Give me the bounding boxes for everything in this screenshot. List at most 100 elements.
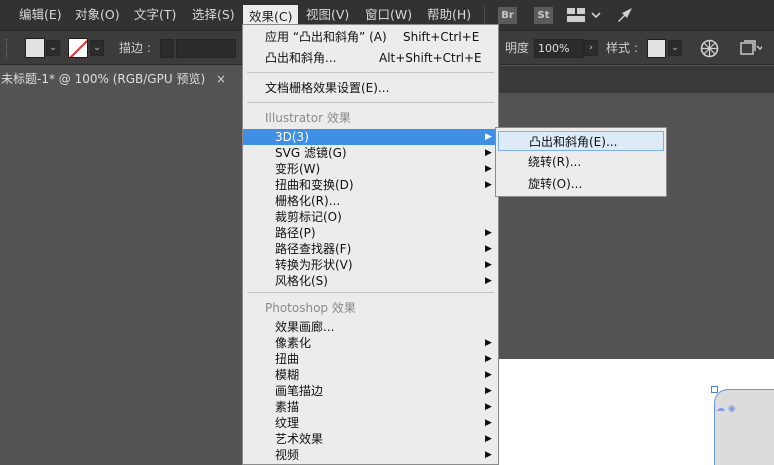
fill-swatch[interactable] — [25, 38, 45, 58]
stroke-swatch[interactable] — [68, 38, 88, 58]
menu-item-distort-transform[interactable]: 扭曲和变换(D) ▶ — [243, 177, 498, 193]
menu-item-warp[interactable]: 变形(W) ▶ — [243, 161, 498, 177]
arrange-documents-icon[interactable] — [740, 40, 764, 59]
submenu-arrow-icon: ▶ — [485, 260, 492, 270]
chevron-down-icon[interactable] — [591, 9, 601, 23]
live-corner-widget-icon[interactable]: ☁ ◉ — [716, 404, 736, 414]
submenu-arrow-icon: ▶ — [485, 450, 492, 460]
menu-item-3d[interactable]: 3D(3) ▶ — [243, 129, 498, 145]
menu-separator — [247, 292, 494, 293]
menu-item-pixelate[interactable]: 像素化 ▶ — [243, 335, 498, 351]
menu-item-artistic[interactable]: 艺术效果 ▶ — [243, 431, 498, 447]
menu-separator — [484, 6, 485, 24]
bridge-icon[interactable]: Br — [498, 7, 517, 24]
recolor-artwork-icon[interactable] — [700, 39, 719, 61]
menu-item-label: SVG 滤镜(G) — [275, 146, 347, 160]
stroke-dropdown[interactable]: ⌄ — [90, 40, 104, 56]
menu-item-label: 栅格化(R)... — [275, 194, 341, 208]
menu-item-stylize[interactable]: 风格化(S) ▶ — [243, 273, 498, 289]
document-tab[interactable]: 未标题-1* @ 100% (RGB/GPU 预览) × — [0, 66, 242, 93]
menu-item-effect-gallery[interactable]: 效果画廊... — [243, 319, 498, 335]
grip-handle — [6, 39, 8, 58]
menu-item-apply-last-effect[interactable]: 应用 “凸出和斜角” (A) Shift+Ctrl+E — [243, 29, 498, 45]
submenu-arrow-icon: ▶ — [485, 164, 492, 174]
menu-item-distort[interactable]: 扭曲 ▶ — [243, 351, 498, 367]
menu-item-shortcut: Shift+Ctrl+E — [403, 30, 480, 44]
stroke-stepper[interactable] — [160, 39, 174, 58]
menu-item-crop-marks[interactable]: 裁剪标记(O) — [243, 209, 498, 225]
menu-select[interactable]: 选择(S) — [192, 0, 235, 30]
menu-item-label: 裁剪标记(O) — [275, 210, 342, 224]
section-header-photoshop: Photoshop 效果 — [265, 301, 356, 315]
submenu-arrow-icon: ▶ — [485, 434, 492, 444]
stock-icon[interactable]: St — [534, 7, 553, 24]
menu-item-label: 转换为形状(V) — [275, 258, 353, 272]
submenu-arrow-icon: ▶ — [485, 354, 492, 364]
menu-item-brush-strokes[interactable]: 画笔描边 ▶ — [243, 383, 498, 399]
submenu-arrow-icon: ▶ — [485, 418, 492, 428]
submenu-arrow-icon: ▶ — [485, 402, 492, 412]
submenu-arrow-icon: ▶ — [485, 370, 492, 380]
opacity-arrow[interactable]: › — [584, 40, 598, 56]
menu-edit[interactable]: 编辑(E) — [19, 0, 62, 30]
effect-menu: 应用 “凸出和斜角” (A) Shift+Ctrl+E 凸出和斜角... Alt… — [242, 24, 499, 465]
selected-rounded-rectangle[interactable] — [714, 389, 774, 465]
menu-item-label: 变形(W) — [275, 162, 321, 176]
menu-item-shortcut: Alt+Shift+Ctrl+E — [379, 51, 482, 65]
menu-item-label: 模糊 — [275, 368, 300, 382]
stroke-weight-input[interactable] — [176, 39, 236, 58]
menu-item-label: 扭曲 — [275, 352, 300, 366]
menu-item-texture[interactable]: 纹理 ▶ — [243, 415, 498, 431]
submenu-arrow-icon: ▶ — [485, 386, 492, 396]
graphic-style-swatch[interactable] — [647, 39, 666, 58]
menu-item-label: 纹理 — [275, 416, 300, 430]
menu-item-raster-settings[interactable]: 文档栅格效果设置(E)... — [243, 80, 498, 96]
menu-item-video[interactable]: 视频 ▶ — [243, 447, 498, 463]
menu-item-label: 画笔描边 — [275, 384, 324, 398]
menu-item-label: 风格化(S) — [275, 274, 328, 288]
workspace-layout-icon[interactable] — [567, 8, 585, 22]
stroke-label: 描边 : — [119, 41, 151, 55]
submenu-item-rotate[interactable]: 旋转(O)... — [496, 174, 666, 194]
menu-item-label: 像素化 — [275, 336, 312, 350]
menu-item-label: 素描 — [275, 400, 300, 414]
menu-item-label: 艺术效果 — [275, 432, 324, 446]
menu-item-label: 效果画廊... — [275, 320, 335, 334]
menu-item-label: 应用 “凸出和斜角” (A) — [265, 30, 387, 44]
menu-item-label: 3D(3) — [275, 130, 309, 144]
submenu-arrow-icon: ▶ — [485, 148, 492, 158]
menu-item-convert-to-shape[interactable]: 转换为形状(V) ▶ — [243, 257, 498, 273]
menu-item-blur[interactable]: 模糊 ▶ — [243, 367, 498, 383]
menu-item-last-effect[interactable]: 凸出和斜角... Alt+Shift+Ctrl+E — [243, 50, 498, 66]
submenu-arrow-icon: ▶ — [485, 276, 492, 286]
menu-item-label: 文档栅格效果设置(E)... — [265, 81, 390, 95]
opacity-label: 明度 : — [505, 41, 537, 55]
menu-item-svg-filters[interactable]: SVG 滤镜(G) ▶ — [243, 145, 498, 161]
submenu-3d: 凸出和斜角(E)... 绕转(R)... 旋转(O)... — [495, 127, 667, 197]
menu-item-label: 路径查找器(F) — [275, 242, 352, 256]
submenu-item-extrude-bevel[interactable]: 凸出和斜角(E)... — [498, 131, 664, 151]
menu-separator — [247, 72, 494, 73]
menu-item-sketch[interactable]: 素描 ▶ — [243, 399, 498, 415]
anchor-point[interactable] — [711, 386, 718, 393]
opacity-input[interactable]: 100% — [534, 39, 584, 58]
fill-dropdown[interactable]: ⌄ — [46, 40, 60, 56]
submenu-arrow-icon: ▶ — [485, 228, 492, 238]
submenu-arrow-icon: ▶ — [485, 132, 492, 142]
menu-item-pathfinder[interactable]: 路径查找器(F) ▶ — [243, 241, 498, 257]
menu-item-label: 凸出和斜角... — [265, 51, 337, 65]
section-header-illustrator: Illustrator 效果 — [265, 111, 351, 125]
gpu-performance-icon[interactable] — [616, 5, 636, 28]
menu-object[interactable]: 对象(O) — [75, 0, 120, 30]
menu-item-path[interactable]: 路径(P) ▶ — [243, 225, 498, 241]
submenu-item-revolve[interactable]: 绕转(R)... — [496, 152, 666, 172]
menu-type[interactable]: 文字(T) — [134, 0, 176, 30]
menu-item-label: 路径(P) — [275, 226, 316, 240]
submenu-arrow-icon: ▶ — [485, 244, 492, 254]
close-icon[interactable]: × — [216, 66, 226, 93]
style-dropdown[interactable]: ⌄ — [668, 40, 682, 56]
menu-item-rasterize[interactable]: 栅格化(R)... — [243, 193, 498, 209]
submenu-arrow-icon: ▶ — [485, 180, 492, 190]
menu-item-label: 扭曲和变换(D) — [275, 178, 354, 192]
submenu-arrow-icon: ▶ — [485, 338, 492, 348]
